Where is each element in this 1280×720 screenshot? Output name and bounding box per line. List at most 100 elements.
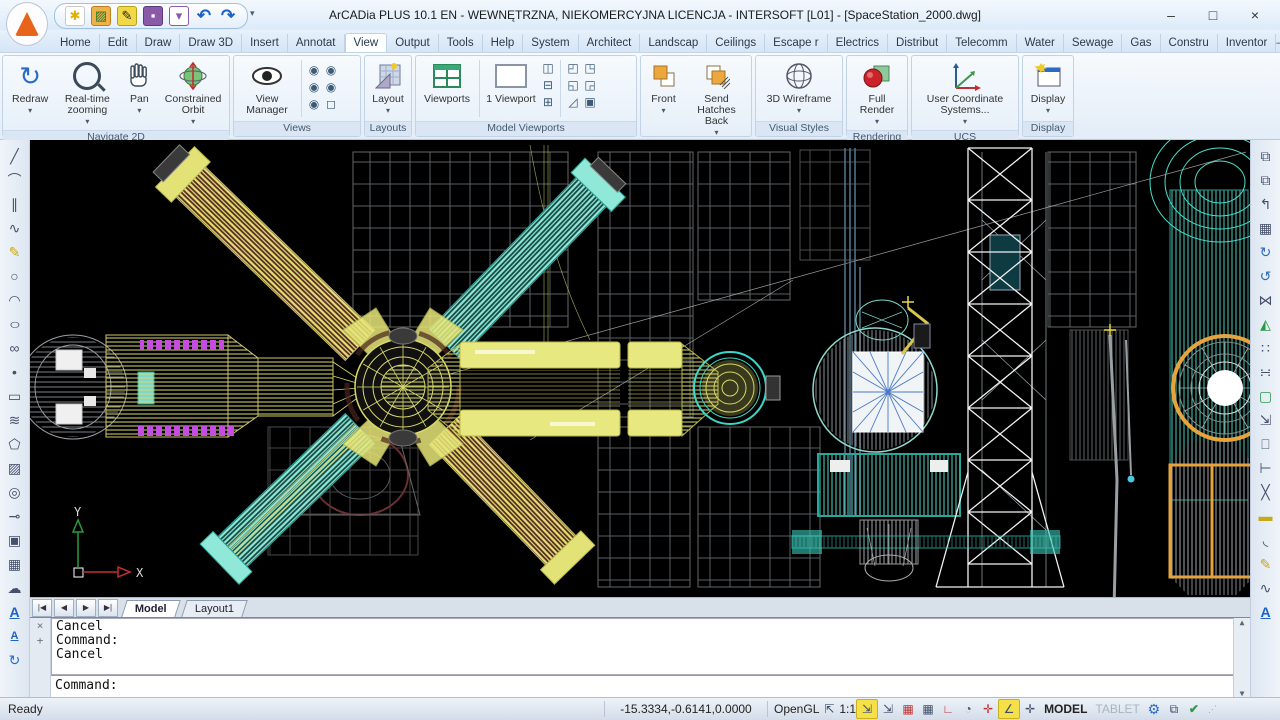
redo-icon[interactable]: ↷ [219,7,237,25]
tab-landscape[interactable]: Landscap [640,34,707,52]
tab-insert[interactable]: Insert [242,34,288,52]
attach-icon[interactable]: ✎ [117,6,137,26]
first-tab-button[interactable]: |◀ [32,599,52,617]
tab-layout1[interactable]: Layout1 [181,600,248,617]
prev-tab-button[interactable]: ◀ [54,599,74,617]
tab-view[interactable]: View [345,33,388,52]
tab-home[interactable]: Home [52,34,100,52]
minimize-button[interactable]: – [1150,2,1192,28]
rotate-reference-icon[interactable]: ↺ [1254,264,1278,288]
view-top-icon[interactable]: ◉ [306,62,322,78]
double-line-icon[interactable]: ∥ [3,192,27,216]
view-cube-icon[interactable]: ◻ [323,96,339,112]
redraw-button[interactable]: ↻ Redraw [6,58,54,117]
snap-tracking-icon[interactable]: ✛ [1020,700,1040,718]
model-space-toggle[interactable]: MODEL [1040,702,1091,716]
text-multiline-icon[interactable]: A [3,600,27,624]
mirror-icon[interactable]: ⋈ [1254,288,1278,312]
view-manager-button[interactable]: View Manager [237,58,297,117]
ucs-button[interactable]: User Coordinate Systems... [915,58,1015,128]
donut-icon[interactable]: ◎ [3,480,27,504]
close-button[interactable]: × [1234,2,1276,28]
text-single-icon[interactable]: A [3,624,27,648]
circle-icon[interactable]: ○ [3,264,27,288]
viewports-button[interactable]: Viewports [419,58,475,106]
command-pin-icon[interactable]: + [37,635,44,646]
tab-output[interactable]: Output [387,34,439,52]
tab-architecture[interactable]: Architect [579,34,641,52]
fillet-icon[interactable]: ◟ [1254,528,1278,552]
redraw-tool-icon[interactable]: ↻ [3,648,27,672]
tablet-toggle[interactable]: TABLET [1091,702,1143,716]
command-scrollbar[interactable]: ▲ ▼ [1233,618,1250,698]
view-iso-icon[interactable]: ◉ [306,96,322,112]
last-tab-button[interactable]: ▶| [98,599,118,617]
revision-cloud-icon[interactable]: ☁ [3,576,27,600]
dimension-icon[interactable]: ▬ [1254,504,1278,528]
trim-icon[interactable]: ╳ [1254,480,1278,504]
view-left-icon[interactable]: ◉ [306,79,322,95]
qat-more-icon[interactable]: ▾ [250,8,255,19]
tab-distribution[interactable]: Distribut [888,34,947,52]
angle-snap-icon[interactable]: ∠ [998,699,1020,719]
coordinates-readout[interactable]: -15.3334,-0.6141,0.0000 [611,702,761,716]
tab-inventor[interactable]: Inventor [1218,34,1277,52]
full-render-button[interactable]: Full Render [850,58,904,128]
save-icon[interactable]: ▪ [143,6,163,26]
command-history[interactable]: Cancel Command: Cancel [51,618,1233,675]
layout-button[interactable]: Layout [368,58,408,117]
wireframe-button[interactable]: 3D Wireframe [760,58,838,117]
viewport-split-4-icon[interactable]: ⊞ [540,94,556,110]
tab-help[interactable]: Help [483,34,524,52]
viewport-shade-icon[interactable]: ◲ [582,77,598,93]
arc-3-point-icon[interactable]: ◠ [3,288,27,312]
entity-snap-icon[interactable]: ⇲ [878,700,898,718]
new-file-icon[interactable]: ✱ [65,6,85,26]
tab-telecom[interactable]: Telecomm [947,34,1016,52]
viewport-join-icon[interactable]: ◰ [565,60,581,76]
rectangle-icon[interactable]: ▭ [3,384,27,408]
undo-icon[interactable]: ↶ [195,7,213,25]
tab-draw3d[interactable]: Draw 3D [180,34,242,52]
stretch-icon[interactable]: ⇲ [1254,408,1278,432]
erase-icon[interactable]: ▢ [1254,384,1278,408]
polar-tracking-icon[interactable]: ◔ [958,700,978,718]
realtime-zoom-button[interactable]: Real-time zooming [56,58,118,128]
next-tab-button[interactable]: ▶ [76,599,96,617]
drawing-canvas[interactable]: Y X [30,140,1250,597]
copy-icon[interactable]: ⧉ [1254,144,1278,168]
doc-minimize-button[interactable]: – [1276,37,1280,49]
spline-icon[interactable]: ∿ [3,216,27,240]
tab-escape-routes[interactable]: Escape r [765,34,827,52]
viewport-light-icon[interactable]: ◳ [582,60,598,76]
grid-snap-icon[interactable]: ▦ [898,700,918,718]
window-cascade-icon[interactable]: ⧉ [1164,700,1184,718]
tab-sewage[interactable]: Sewage [1064,34,1123,52]
send-hatches-back-button[interactable]: Send Hatches Back [685,58,748,139]
freehand-sketch-icon[interactable]: ✎ [3,240,27,264]
closed-spline-icon[interactable]: ∞ [3,336,27,360]
spline-edit-icon[interactable]: ∿ [1254,576,1278,600]
constrained-orbit-button[interactable]: Constrained Orbit [160,58,226,128]
viewport-lock-icon[interactable]: ◱ [565,77,581,93]
mirror-3d-icon[interactable]: ◭ [1254,312,1278,336]
viewport-split-3-icon[interactable]: ⊟ [540,77,556,93]
pan-button[interactable]: Pan [121,58,159,117]
grid-display-icon[interactable]: ▦ [918,700,938,718]
pointer-mode-icon[interactable]: ⇱ [819,700,839,718]
extend-icon[interactable]: ⊢ [1254,456,1278,480]
command-close-icon[interactable]: × [37,620,44,631]
distribute-icon[interactable]: ∺ [1254,360,1278,384]
maximize-button[interactable]: □ [1192,2,1234,28]
tab-construction[interactable]: Constru [1161,34,1218,52]
leader-icon[interactable]: ⊸ [3,504,27,528]
scale-indicator[interactable]: 1:1 [839,702,856,716]
tab-annotate[interactable]: Annotat [288,34,345,52]
tab-water[interactable]: Water [1017,34,1064,52]
offset-icon[interactable]: ↰ [1254,192,1278,216]
array-icon[interactable]: ▦ [1254,216,1278,240]
display-button[interactable]: Display [1026,58,1070,117]
tab-system[interactable]: System [523,34,578,52]
line-icon[interactable]: ╱ [3,144,27,168]
tab-electrics[interactable]: Electrics [828,34,888,52]
